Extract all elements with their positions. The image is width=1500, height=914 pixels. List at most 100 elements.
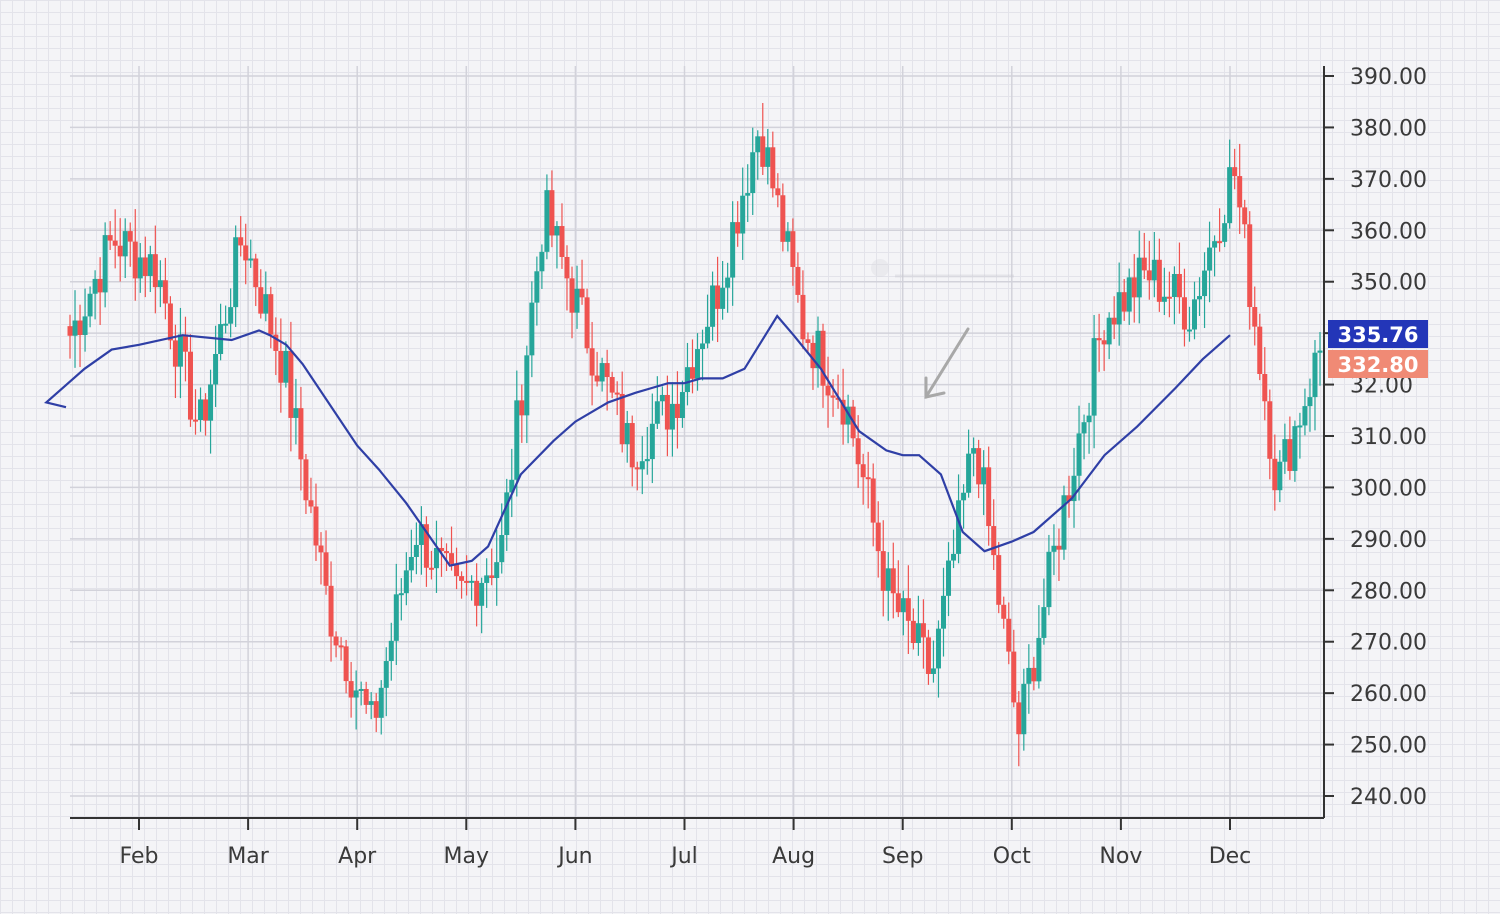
candle-down [193, 419, 199, 422]
candle-up [1302, 406, 1308, 426]
candle-down [464, 580, 470, 583]
candle-up [765, 147, 771, 167]
candle-up [388, 640, 394, 662]
moving-average-line [43, 314, 1231, 567]
candle-down [775, 188, 781, 196]
candle-down [253, 258, 259, 288]
candle-down [925, 637, 931, 674]
candle-down [318, 545, 324, 553]
candle-up [1021, 683, 1027, 735]
candle-up [1197, 296, 1203, 300]
candle-down [167, 303, 173, 341]
candle-down [689, 367, 695, 379]
candle-up [1151, 259, 1157, 281]
candle-up [725, 277, 731, 288]
candle-up [1222, 223, 1228, 242]
candle-down [313, 506, 319, 546]
candle-down [459, 576, 465, 581]
candle-down [890, 568, 896, 594]
y-tick-label: 260.00 [1350, 682, 1427, 707]
candle-down [1242, 207, 1248, 225]
candle-down [268, 294, 274, 335]
candle-down [152, 254, 158, 288]
candle-up [961, 492, 967, 501]
y-tick-label: 240.00 [1350, 785, 1427, 810]
candle-up [745, 193, 751, 196]
candle-up [1081, 422, 1087, 434]
candle-down [117, 245, 123, 257]
candle-down [991, 526, 997, 556]
candle-up [1317, 350, 1323, 353]
candle-down [187, 351, 193, 420]
y-tick-label: 380.00 [1350, 116, 1427, 141]
y-axis-ticks: 390.00380.00370.00360.00350.00340.0032.0… [1324, 65, 1427, 810]
candle-up [1307, 397, 1313, 407]
candle-up [1086, 415, 1092, 423]
candle-up [213, 354, 219, 385]
x-tick-label: Aug [772, 844, 815, 869]
candle-up [951, 553, 957, 561]
candle-up [223, 323, 229, 326]
candle-down [715, 285, 721, 309]
candle-up [679, 392, 685, 419]
candle-down [1141, 257, 1147, 271]
candle-down [820, 330, 826, 386]
candle-up [82, 316, 88, 335]
candle-up [378, 687, 384, 718]
candle-down [238, 237, 244, 246]
candle-down [162, 280, 168, 304]
candle-up [1091, 338, 1097, 416]
candle-up [720, 287, 726, 309]
candle-up [524, 355, 530, 416]
candle-down [830, 395, 836, 398]
candle-up [684, 367, 690, 393]
candle-down [1111, 317, 1117, 325]
moving-average-price-tag: 335.76 [1328, 320, 1428, 348]
candle-down [203, 399, 209, 421]
candle-down [1101, 340, 1107, 345]
y-tick-label: 270.00 [1350, 631, 1427, 656]
candle-down [454, 563, 460, 577]
candle-down [825, 385, 831, 396]
candle-down [986, 467, 992, 527]
candle-down [1232, 167, 1238, 177]
candle-up [544, 190, 550, 252]
candle-up [248, 258, 254, 261]
candle-down [428, 567, 434, 570]
candle-up [930, 668, 936, 674]
candle-down [1031, 667, 1037, 682]
candle-up [695, 349, 701, 379]
candle-up [92, 278, 98, 294]
candle-up [659, 394, 665, 402]
last-close-price-tag: 332.80 [1328, 350, 1428, 378]
candle-down [308, 500, 314, 507]
candle-down [333, 636, 339, 646]
candle-down [67, 326, 73, 336]
candle-up [293, 408, 299, 418]
candle-down [1146, 270, 1152, 281]
candle-up [639, 461, 645, 470]
candle-down [976, 448, 982, 485]
candle-down [142, 257, 148, 276]
x-tick-label: Jul [669, 844, 698, 869]
candle-down [855, 438, 861, 465]
candle-down [519, 400, 525, 416]
candle-up [971, 448, 977, 454]
candle-down [1181, 297, 1187, 330]
candle-up [574, 288, 580, 313]
candle-down [363, 688, 369, 705]
candle-down [112, 240, 118, 246]
candle-up [750, 152, 756, 194]
candle-down [996, 555, 1002, 605]
gridlines [70, 66, 1324, 818]
candle-up [87, 293, 93, 317]
candle-down [594, 375, 600, 382]
candle-up [529, 302, 535, 356]
y-tick-label: 350.00 [1350, 271, 1427, 296]
candle-up [644, 459, 650, 462]
candle-down [895, 593, 901, 613]
x-tick-label: Dec [1209, 844, 1252, 869]
candle-up [700, 343, 706, 350]
candle-down [288, 350, 294, 418]
candle-down [790, 231, 796, 267]
